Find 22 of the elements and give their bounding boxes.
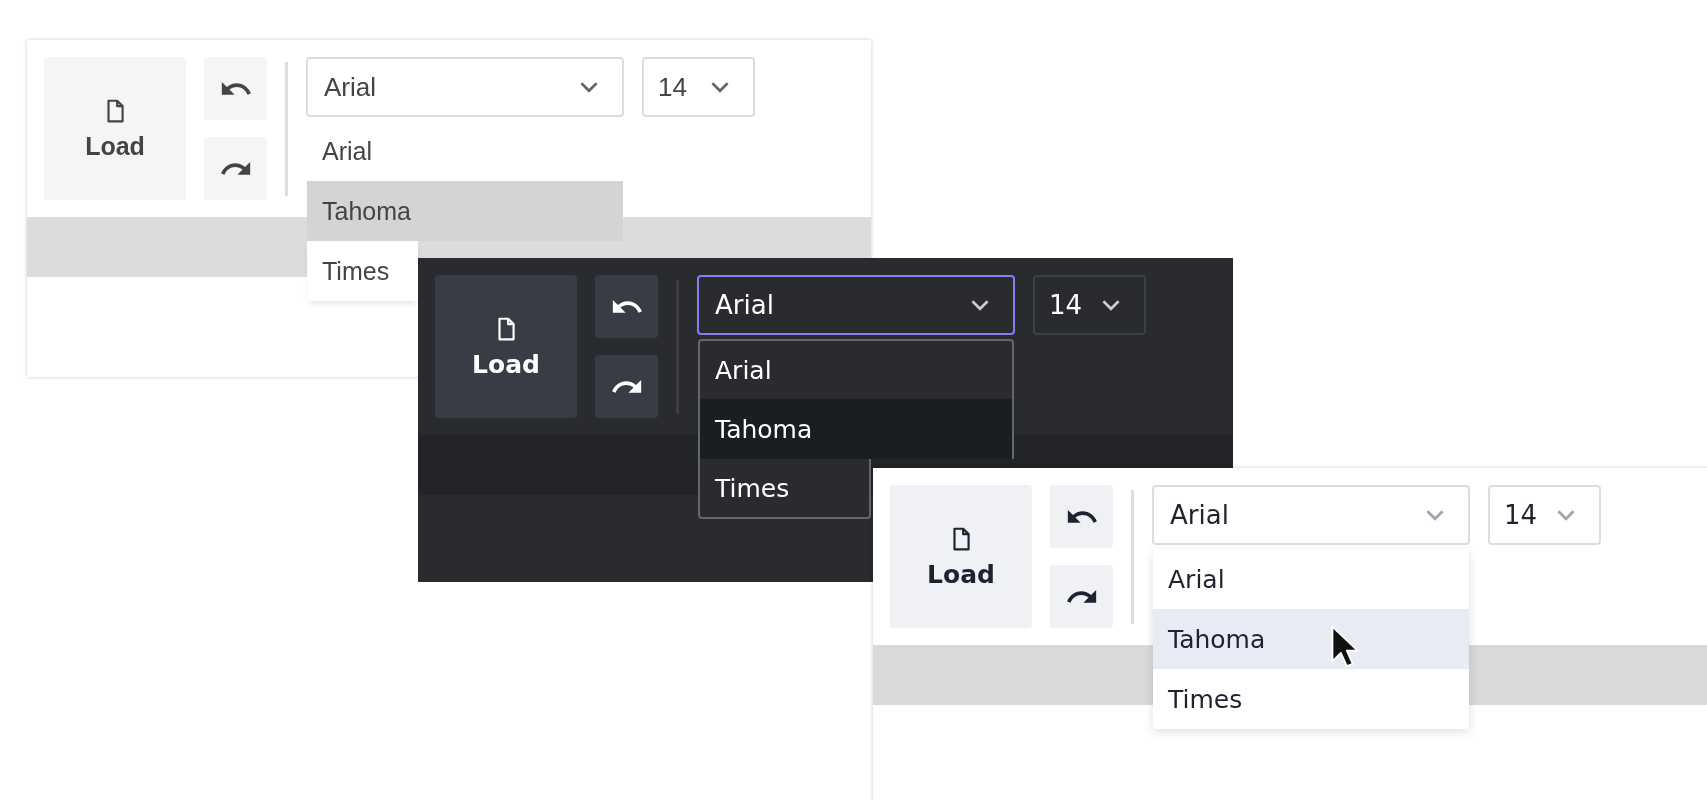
undo-button[interactable] <box>595 275 658 338</box>
undo-button[interactable] <box>1050 485 1113 548</box>
dropdown-option[interactable]: Arial <box>698 339 1014 399</box>
font-select[interactable]: Arial <box>1152 485 1470 545</box>
font-select[interactable]: Arial <box>697 275 1015 335</box>
dropdown-option[interactable]: Tahoma <box>1153 609 1469 669</box>
dropdown-option[interactable]: Tahoma <box>698 399 1014 459</box>
load-button[interactable]: Load <box>44 57 186 200</box>
dropdown-option[interactable]: Tahoma <box>307 181 623 241</box>
dropdown-option[interactable]: Times <box>307 241 418 301</box>
dropdown-option[interactable]: Times <box>698 459 871 519</box>
font-select[interactable]: Arial <box>306 57 624 117</box>
redo-button[interactable] <box>595 355 658 418</box>
redo-button[interactable] <box>1050 565 1113 628</box>
load-button[interactable]: Load <box>890 485 1032 628</box>
undo-button[interactable] <box>204 57 267 120</box>
redo-button[interactable] <box>204 137 267 200</box>
load-button[interactable]: Load <box>435 275 577 418</box>
size-select[interactable]: 14 <box>1033 275 1146 335</box>
size-select[interactable]: 14 <box>642 57 755 117</box>
mouse-pointer-icon <box>1330 625 1360 669</box>
size-select[interactable]: 14 <box>1488 485 1601 545</box>
